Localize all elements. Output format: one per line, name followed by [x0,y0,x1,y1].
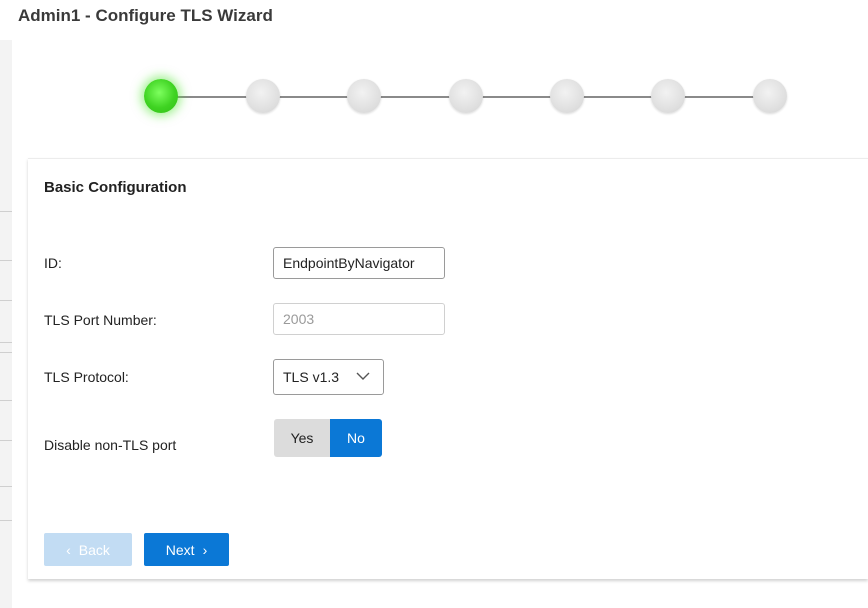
wizard-stepper [12,40,868,158]
id-input[interactable] [273,247,445,279]
next-button-label: Next [165,541,195,558]
background-divider [0,342,12,343]
step-1-indicator [144,79,178,113]
background-divider [0,300,12,301]
background-app-edge [0,0,12,608]
chevron-right-icon: › [202,541,208,558]
background-divider [0,352,12,353]
wizard-title: Admin1 - Configure TLS Wizard [18,6,273,25]
back-button[interactable]: ‹ Back [44,533,132,566]
tls-protocol-select[interactable]: TLS v1.3 [273,359,384,395]
background-divider [0,440,12,441]
back-button-label: Back [78,541,110,558]
step-3-indicator [347,79,381,113]
background-divider [0,260,12,261]
id-label: ID: [44,255,62,271]
step-4-indicator [449,79,483,113]
tls-port-label: TLS Port Number: [44,312,157,328]
disable-non-tls-label: Disable non-TLS port [44,437,177,453]
background-divider [0,400,12,401]
background-divider [0,486,12,487]
background-divider [0,520,12,521]
step-2-indicator [246,79,280,113]
toggle-no-button[interactable]: No [330,419,382,457]
tls-protocol-label: TLS Protocol: [44,369,129,385]
background-divider [0,211,12,212]
basic-configuration-panel: Basic Configuration ID: TLS Port Number:… [28,158,868,579]
tls-protocol-selected-value: TLS v1.3 [283,369,340,385]
step-6-indicator [651,79,685,113]
step-5-indicator [550,79,584,113]
toggle-yes-button[interactable]: Yes [274,419,330,457]
chevron-down-icon [356,372,370,380]
section-title: Basic Configuration [44,179,187,196]
next-button[interactable]: Next › [144,533,229,566]
tls-port-input[interactable] [273,303,445,335]
chevron-left-icon: ‹ [66,541,71,558]
step-7-indicator [753,79,787,113]
disable-non-tls-toggle: Yes No [274,419,382,457]
wizard-title-bar: Admin1 - Configure TLS Wizard [0,0,868,40]
